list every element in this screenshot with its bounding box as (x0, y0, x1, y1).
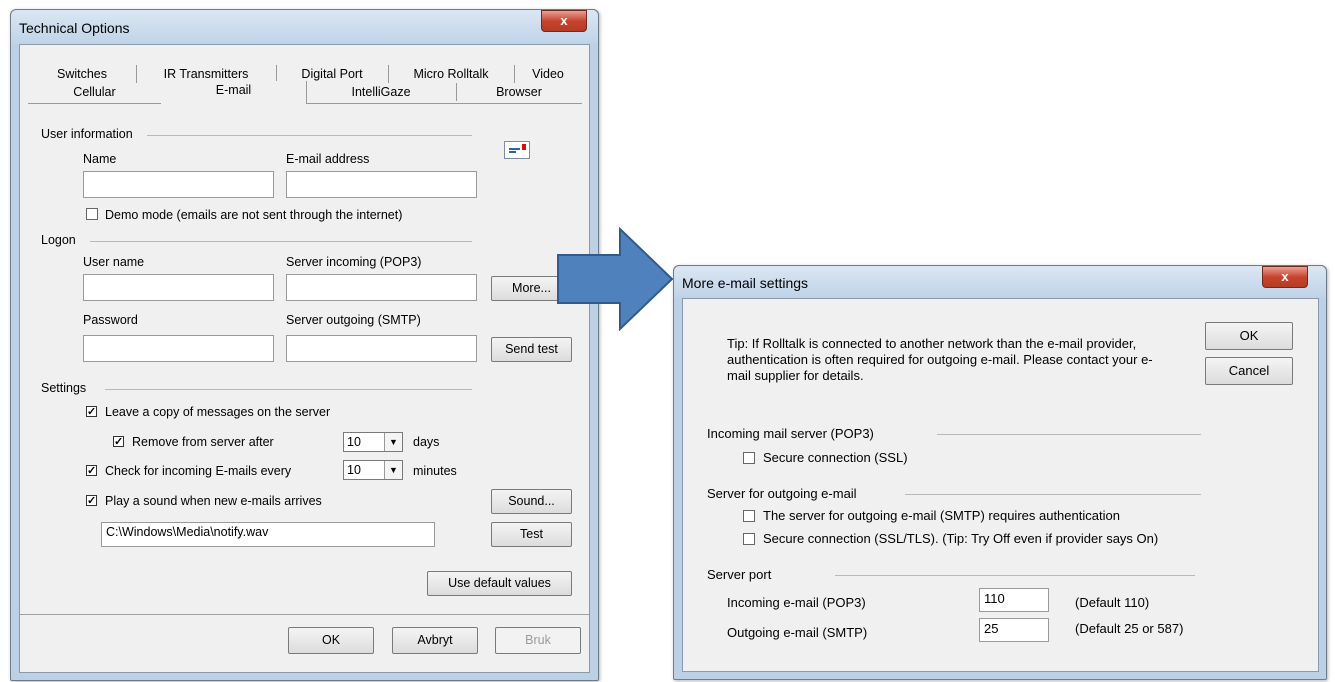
incoming-ssl-label: Secure connection (SSL) (763, 450, 908, 465)
pop3-server-input[interactable] (286, 274, 477, 301)
dialog-client: Tip: If Rolltalk is connected to another… (682, 298, 1319, 672)
outgoing-port-default: (Default 25 or 587) (1075, 621, 1184, 636)
port-group-label: Server port (707, 567, 772, 582)
days-label: days (413, 435, 440, 449)
close-button[interactable]: x (541, 10, 587, 32)
leave-copy-checkbox[interactable]: ✓ (86, 406, 97, 418)
smtp-server-input[interactable] (286, 335, 477, 362)
chevron-down-icon[interactable]: ▼ (384, 461, 402, 479)
outgoing-group-label: Server for outgoing e-mail (707, 486, 857, 501)
logon-group-label: Logon (41, 233, 76, 247)
ok-button[interactable]: OK (1205, 322, 1293, 350)
apply-button[interactable]: Bruk (495, 627, 581, 654)
play-sound-checkbox[interactable]: ✓ (86, 495, 97, 507)
check-every-checkbox[interactable]: ✓ (86, 465, 97, 477)
footer-separator (20, 614, 589, 615)
demo-mode-label: Demo mode (emails are not sent through t… (105, 208, 403, 222)
tip-text: Tip: If Rolltalk is connected to another… (727, 336, 1153, 383)
dialog-client: Switches IR Transmitters Digital Port Mi… (19, 44, 590, 673)
outgoing-port-input[interactable]: 25 (979, 618, 1049, 642)
minutes-label: minutes (413, 464, 457, 478)
incoming-port-label: Incoming e-mail (POP3) (727, 595, 866, 610)
cancel-button[interactable]: Avbryt (392, 627, 478, 654)
group-divider (835, 575, 1195, 576)
cancel-button[interactable]: Cancel (1205, 357, 1293, 385)
group-divider (905, 494, 1201, 495)
password-label: Password (83, 313, 138, 327)
title-bar[interactable]: Technical Options x (11, 10, 598, 44)
close-icon: x (560, 13, 568, 28)
username-label: User name (83, 255, 145, 269)
username-input[interactable] (83, 274, 274, 301)
smtp-ssl-checkbox[interactable] (743, 533, 755, 545)
remove-after-checkbox[interactable]: ✓ (113, 436, 124, 448)
technical-options-window: Technical Options x Switches IR Transmit… (10, 9, 599, 681)
group-divider (147, 135, 472, 136)
email-address-input[interactable] (286, 171, 477, 198)
tab-browser[interactable]: Browser (456, 83, 582, 101)
group-divider (937, 434, 1201, 435)
settings-group-label: Settings (41, 381, 87, 395)
demo-mode-checkbox[interactable] (86, 208, 98, 220)
email-envelope-icon (504, 141, 530, 159)
tab-video[interactable]: Video (514, 65, 582, 83)
group-divider (90, 241, 472, 242)
check-every-minutes-select[interactable]: 10 ▼ (343, 460, 403, 480)
tab-intelligaze[interactable]: IntelliGaze (306, 83, 457, 101)
close-icon: x (1281, 269, 1289, 284)
remove-after-label: Remove from server after (132, 435, 274, 449)
test-button[interactable]: Test (491, 522, 572, 547)
leave-copy-label: Leave a copy of messages on the server (105, 405, 331, 419)
use-default-values-button[interactable]: Use default values (427, 571, 572, 596)
incoming-group-label: Incoming mail server (POP3) (707, 426, 874, 441)
sound-button[interactable]: Sound... (491, 489, 572, 514)
smtp-ssl-label: Secure connection (SSL/TLS). (Tip: Try O… (763, 531, 1159, 546)
remove-after-days-select[interactable]: 10 ▼ (343, 432, 403, 452)
tab-row-2: Cellular E-mail IntelliGaze Browser (28, 81, 582, 104)
more-email-settings-window: More e-mail settings x Tip: If Rolltalk … (673, 265, 1327, 680)
incoming-port-input[interactable]: 110 (979, 588, 1049, 612)
send-test-button[interactable]: Send test (491, 337, 572, 362)
user-info-group-label: User information (41, 127, 133, 141)
ok-button[interactable]: OK (288, 627, 374, 654)
tab-cellular[interactable]: Cellular (28, 83, 162, 101)
name-label: Name (83, 152, 117, 166)
smtp-auth-checkbox[interactable] (743, 510, 755, 522)
tab-email[interactable]: E-mail (161, 81, 307, 104)
tab-micro-rolltalk[interactable]: Micro Rolltalk (388, 65, 515, 83)
window-title: More e-mail settings (682, 275, 809, 291)
incoming-ssl-checkbox[interactable] (743, 452, 755, 464)
play-sound-label: Play a sound when new e-mails arrives (105, 494, 322, 508)
password-input[interactable] (83, 335, 274, 362)
smtp-server-label: Server outgoing (SMTP) (286, 313, 421, 327)
name-input[interactable] (83, 171, 274, 198)
sound-path-input[interactable]: C:\Windows\Media\notify.wav (101, 522, 435, 547)
tab-switches[interactable]: Switches (28, 65, 137, 83)
title-bar[interactable]: More e-mail settings x (674, 266, 1326, 298)
arrow-shape (557, 227, 674, 331)
email-address-label: E-mail address (286, 152, 370, 166)
window-title: Technical Options (19, 20, 130, 36)
pop3-server-label: Server incoming (POP3) (286, 255, 422, 269)
close-button[interactable]: x (1262, 266, 1308, 288)
outgoing-port-label: Outgoing e-mail (SMTP) (727, 625, 868, 640)
arrow-icon (557, 227, 674, 331)
group-divider (105, 389, 472, 390)
chevron-down-icon[interactable]: ▼ (384, 433, 402, 451)
check-every-label: Check for incoming E-mails every (105, 464, 292, 478)
smtp-auth-label: The server for outgoing e-mail (SMTP) re… (763, 508, 1120, 523)
incoming-port-default: (Default 110) (1075, 595, 1150, 610)
